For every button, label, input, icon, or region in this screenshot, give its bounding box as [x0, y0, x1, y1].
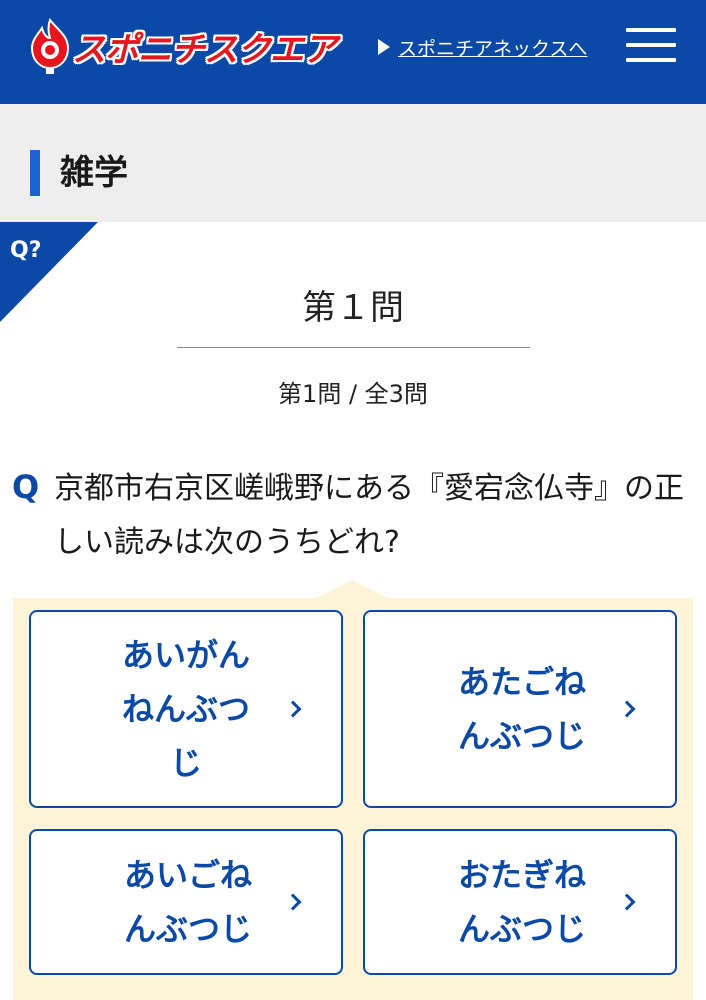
question-progress: 第1問 / 全3問 [278, 380, 428, 408]
chevron-right-icon [284, 700, 302, 718]
answer-option-3[interactable]: あいごねんぶつじ [29, 829, 343, 975]
answer-option-4[interactable]: おたぎねんぶつじ [363, 829, 677, 975]
logo-text: スポニチスクエア [72, 30, 337, 70]
annex-link-label: スポニチアネックスへ [398, 37, 588, 60]
chevron-right-icon [618, 893, 636, 911]
triangle-right-icon [378, 39, 390, 55]
answer-label: おたぎねんぶつじ [457, 856, 586, 948]
hamburger-menu-icon[interactable] [626, 28, 676, 62]
question-mark: Q [12, 468, 40, 506]
menu-line [626, 58, 676, 62]
chevron-right-icon [618, 700, 636, 718]
answer-label: あいごねんぶつじ [123, 856, 252, 948]
menu-line [626, 43, 676, 47]
chevron-right-icon [284, 893, 302, 911]
site-header: スポニチスクエア スポニチアネックスへ [0, 0, 706, 104]
category-band: 雑学 [0, 104, 706, 222]
flame-logo-icon [30, 17, 70, 74]
question-number: 第１問 [302, 288, 404, 328]
answer-panel-notch [316, 580, 388, 598]
annex-link[interactable]: スポニチアネックスへ [378, 33, 587, 61]
answer-label: あたごねんぶつじ [457, 663, 586, 755]
question-text: 京都市右京区嵯峨野にある『愛宕念仏寺』の正しい読みは次のうちどれ? [54, 471, 684, 560]
answer-option-1[interactable]: あいがんねんぶつじ [29, 610, 343, 808]
answer-label: あいがんねんぶつじ [121, 636, 250, 782]
question-corner-label: Q? [10, 238, 42, 263]
category-title: 雑学 [60, 153, 128, 193]
category-accent-bar [30, 150, 40, 196]
menu-line [626, 28, 676, 32]
site-logo[interactable]: スポニチスクエア [28, 17, 370, 76]
answer-option-2[interactable]: あたごねんぶつじ [363, 610, 677, 808]
divider [177, 347, 530, 348]
